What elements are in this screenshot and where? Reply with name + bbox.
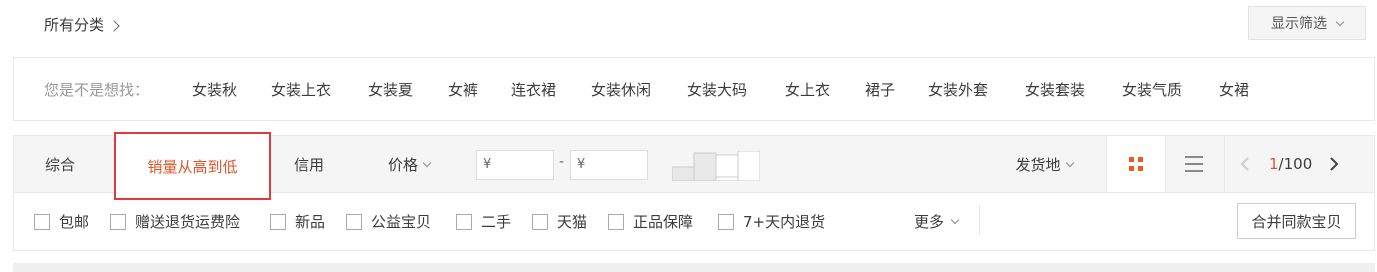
total-pages: /100 [1278,155,1313,173]
suggestion-item[interactable]: 女装上衣 [271,79,331,100]
show-filter-label: 显示筛选 [1271,16,1327,32]
ship-from-dropdown[interactable]: 发货地 [1004,136,1084,192]
option-free-shipping[interactable]: 包邮 [34,211,89,232]
price-separator: - [559,154,565,170]
suggestion-item[interactable]: 女裤 [448,79,478,100]
tab-sales-desc[interactable]: 销量从高到低 [114,132,271,200]
suggestion-item[interactable]: 女装外套 [928,79,988,100]
ship-from-label: 发货地 [1015,155,1061,174]
suggestion-label: 您是不是想找： [44,81,150,99]
option-return-insurance[interactable]: 赠送退货运费险 [110,211,240,232]
next-page-icon[interactable] [1328,157,1340,171]
chevron-right-icon [108,19,120,32]
option-label: 天猫 [557,213,588,231]
breadcrumb-label: 所有分类 [44,16,105,34]
checkbox[interactable] [346,213,362,230]
option-authentic[interactable]: 正品保障 [608,211,693,232]
sort-bar: 综合 销量从高到低 信用 价格 ¥ - ¥ 发货地 1 /100 [13,132,1375,200]
list-icon [1185,156,1203,172]
price-max-input[interactable]: ¥ [570,150,648,180]
chevron-down-icon [950,215,960,225]
tab-overall[interactable]: 综合 [14,136,106,192]
option-label: 包邮 [59,213,90,231]
grid-view-button[interactable] [1106,136,1166,192]
more-label: 更多 [914,213,945,231]
suggestion-item[interactable]: 裙子 [865,79,895,100]
grid-icon [1129,157,1143,171]
price-min-input[interactable]: ¥ [476,150,554,180]
checkbox[interactable] [270,213,286,230]
option-label: 7+天内退货 [743,213,826,231]
checkbox[interactable] [456,213,472,230]
option-new[interactable]: 新品 [270,211,325,232]
suggestion-item[interactable]: 女装夏 [368,79,413,100]
tab-overall-label: 综合 [44,155,75,174]
checkbox[interactable] [532,213,548,230]
suggestion-item[interactable]: 女装大码 [687,79,747,100]
chevron-down-icon [422,158,432,167]
pager: 1 /100 [1239,136,1369,192]
tab-price[interactable]: 价格 [374,136,444,192]
checkbox[interactable] [110,213,126,230]
list-view-button[interactable] [1164,136,1225,192]
option-second-hand[interactable]: 二手 [456,211,511,232]
checkbox[interactable] [34,213,50,230]
current-page: 1 [1269,155,1279,173]
bottom-divider [13,263,1375,272]
option-label: 新品 [295,213,326,231]
option-label: 正品保障 [633,213,694,231]
checkbox[interactable] [608,213,624,230]
price-histogram-icon[interactable] [672,151,760,181]
suggestion-item[interactable]: 女装休闲 [591,79,651,100]
divider [979,205,980,235]
option-charity[interactable]: 公益宝贝 [346,211,431,232]
merge-same-items-button[interactable]: 合并同款宝贝 [1237,203,1356,239]
tab-sales-label: 销量从高到低 [147,157,238,176]
tab-credit[interactable]: 信用 [278,136,340,192]
filter-options-bar: 包邮 赠送退货运费险 新品 公益宝贝 二手 天猫 正品保障 7+天内退货 更多 … [13,193,1375,251]
suggestion-item[interactable]: 女裙 [1219,79,1249,100]
option-7day-return[interactable]: 7+天内退货 [718,211,825,232]
tab-price-label: 价格 [387,155,418,174]
checkbox[interactable] [718,213,734,230]
option-tmall[interactable]: 天猫 [532,211,587,232]
option-label: 赠送退货运费险 [135,213,241,231]
show-filter-button[interactable]: 显示筛选 [1248,6,1366,40]
suggestion-item[interactable]: 女上衣 [785,79,830,100]
suggestion-item[interactable]: 女装气质 [1122,79,1182,100]
chevron-down-icon [1335,17,1345,26]
suggestion-item[interactable]: 连衣裙 [511,79,556,100]
chevron-down-icon [1065,158,1074,167]
more-options-dropdown[interactable]: 更多 [914,211,960,232]
tab-credit-label: 信用 [293,155,324,174]
suggestion-item[interactable]: 女装秋 [192,79,237,100]
suggestion-item[interactable]: 女装套装 [1025,79,1085,100]
breadcrumb-all-categories[interactable]: 所有分类 [44,14,120,35]
prev-page-icon[interactable] [1239,157,1251,171]
suggestion-bar: 您是不是想找： 女装秋 女装上衣 女装夏 女裤 连衣裙 女装休闲 女装大码 女上… [13,57,1375,121]
option-label: 公益宝贝 [371,213,432,231]
option-label: 二手 [481,213,512,231]
